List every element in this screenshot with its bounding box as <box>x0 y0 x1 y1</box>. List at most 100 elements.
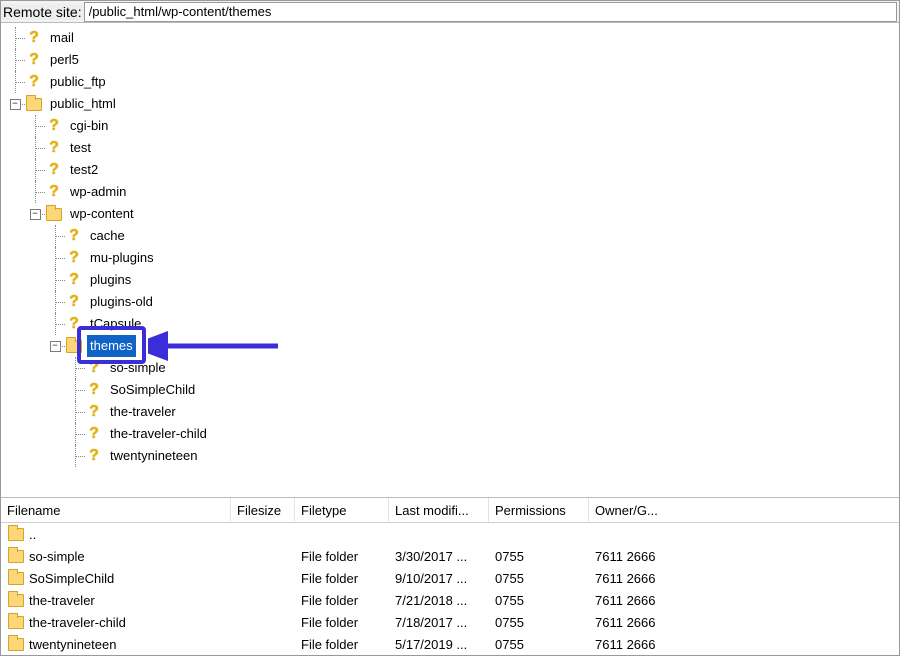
tree-node-label[interactable]: mu-plugins <box>87 247 157 269</box>
folder-up-icon <box>7 525 25 543</box>
file-name: so-simple <box>29 549 85 564</box>
unknown-folder-icon: ? <box>65 315 83 333</box>
tree-node[interactable]: ?tCapsule <box>5 313 899 335</box>
tree-node-label[interactable]: wp-content <box>67 203 137 225</box>
tree-node[interactable]: ?cgi-bin <box>5 115 899 137</box>
tree-node[interactable]: ?test2 <box>5 159 899 181</box>
remote-path-input[interactable] <box>84 2 897 22</box>
tree-node-label[interactable]: wp-admin <box>67 181 129 203</box>
tree-node[interactable]: ?plugins <box>5 269 899 291</box>
unknown-folder-icon: ? <box>25 29 43 47</box>
tree-node-label[interactable]: public_html <box>47 93 119 115</box>
tree-node[interactable]: ?so-simple <box>5 357 899 379</box>
remote-file-list[interactable]: Filename Filesize Filetype Last modifi..… <box>1 498 899 655</box>
tree-gutter <box>5 115 45 137</box>
col-header-filetype[interactable]: Filetype <box>295 498 389 522</box>
tree-node[interactable]: ?mail <box>5 27 899 49</box>
unknown-folder-icon: ? <box>85 403 103 421</box>
tree-node[interactable]: ?public_ftp <box>5 71 899 93</box>
col-header-owner[interactable]: Owner/G... <box>589 498 679 522</box>
tree-node[interactable]: − themes <box>5 335 899 357</box>
tree-gutter <box>5 137 45 159</box>
file-row[interactable]: so-simpleFile folder3/30/2017 ...0755761… <box>1 545 899 567</box>
folder-icon <box>7 613 25 631</box>
file-row[interactable]: twentynineteenFile folder5/17/2019 ...07… <box>1 633 899 655</box>
file-perm: 0755 <box>489 615 589 630</box>
folder-icon <box>7 591 25 609</box>
file-row[interactable]: the-traveler-childFile folder7/18/2017 .… <box>1 611 899 633</box>
tree-node-label[interactable]: perl5 <box>47 49 82 71</box>
tree-node[interactable]: − wp-content <box>5 203 899 225</box>
tree-node[interactable]: − public_html <box>5 93 899 115</box>
unknown-folder-icon: ? <box>85 447 103 465</box>
file-list-header[interactable]: Filename Filesize Filetype Last modifi..… <box>1 498 899 523</box>
col-header-permissions[interactable]: Permissions <box>489 498 589 522</box>
unknown-folder-icon: ? <box>65 271 83 289</box>
unknown-folder-icon: ? <box>65 227 83 245</box>
col-header-filesize[interactable]: Filesize <box>231 498 295 522</box>
tree-gutter: − <box>5 335 65 357</box>
file-owner: 7611 2666 <box>589 549 679 564</box>
tree-node-label[interactable]: mail <box>47 27 77 49</box>
folder-icon <box>7 569 25 587</box>
file-perm: 0755 <box>489 593 589 608</box>
tree-gutter: − <box>5 93 25 115</box>
file-perm: 0755 <box>489 571 589 586</box>
tree-gutter <box>5 313 65 335</box>
remote-site-label: Remote site: <box>1 4 84 20</box>
tree-gutter <box>5 379 85 401</box>
tree-node-label[interactable]: test2 <box>67 159 101 181</box>
tree-node-label[interactable]: cgi-bin <box>67 115 111 137</box>
tree-node-label[interactable]: twentynineteen <box>107 445 200 467</box>
tree-node[interactable]: ?the-traveler <box>5 401 899 423</box>
tree-node[interactable]: ?test <box>5 137 899 159</box>
col-header-modified[interactable]: Last modifi... <box>389 498 489 522</box>
tree-node[interactable]: ?the-traveler-child <box>5 423 899 445</box>
tree-node[interactable]: ?wp-admin <box>5 181 899 203</box>
tree-node[interactable]: ?cache <box>5 225 899 247</box>
tree-node[interactable]: ?SoSimpleChild <box>5 379 899 401</box>
tree-node-label[interactable]: so-simple <box>107 357 169 379</box>
tree-node[interactable]: ?twentynineteen <box>5 445 899 467</box>
col-header-filename[interactable]: Filename <box>1 498 231 522</box>
tree-node-label[interactable]: plugins-old <box>87 291 156 313</box>
file-type: File folder <box>295 571 389 586</box>
file-type: File folder <box>295 549 389 564</box>
tree-gutter <box>5 247 65 269</box>
tree-node-label[interactable]: the-traveler <box>107 401 179 423</box>
tree-node[interactable]: ?mu-plugins <box>5 247 899 269</box>
tree-node-label[interactable]: plugins <box>87 269 134 291</box>
tree-node-label[interactable]: public_ftp <box>47 71 109 93</box>
file-name: SoSimpleChild <box>29 571 114 586</box>
folder-icon <box>7 635 25 653</box>
unknown-folder-icon: ? <box>85 359 103 377</box>
collapse-toggle[interactable]: − <box>30 209 41 220</box>
file-type: File folder <box>295 593 389 608</box>
collapse-toggle[interactable]: − <box>10 99 21 110</box>
file-row[interactable]: the-travelerFile folder7/21/2018 ...0755… <box>1 589 899 611</box>
tree-gutter <box>5 181 45 203</box>
remote-path-bar: Remote site: <box>1 1 899 23</box>
tree-node-label[interactable]: test <box>67 137 94 159</box>
tree-node-label[interactable]: themes <box>87 335 136 357</box>
file-name: twentynineteen <box>29 637 116 652</box>
tree-node[interactable]: ?perl5 <box>5 49 899 71</box>
file-owner: 7611 2666 <box>589 615 679 630</box>
unknown-folder-icon: ? <box>45 117 63 135</box>
unknown-folder-icon: ? <box>45 139 63 157</box>
remote-tree-panel[interactable]: ?mail?perl5?public_ftp−public_html?cgi-b… <box>1 23 899 498</box>
unknown-folder-icon: ? <box>25 73 43 91</box>
tree-node-label[interactable]: tCapsule <box>87 313 144 335</box>
file-row[interactable]: SoSimpleChildFile folder9/10/2017 ...075… <box>1 567 899 589</box>
file-row-updir[interactable]: .. <box>1 523 899 545</box>
file-type: File folder <box>295 637 389 652</box>
tree-node-label[interactable]: SoSimpleChild <box>107 379 198 401</box>
tree-node[interactable]: ?plugins-old <box>5 291 899 313</box>
file-date: 7/21/2018 ... <box>389 593 489 608</box>
tree-node-label[interactable]: cache <box>87 225 128 247</box>
tree-gutter <box>5 291 65 313</box>
collapse-toggle[interactable]: − <box>50 341 61 352</box>
file-date: 5/17/2019 ... <box>389 637 489 652</box>
tree-node-label[interactable]: the-traveler-child <box>107 423 210 445</box>
unknown-folder-icon: ? <box>65 293 83 311</box>
